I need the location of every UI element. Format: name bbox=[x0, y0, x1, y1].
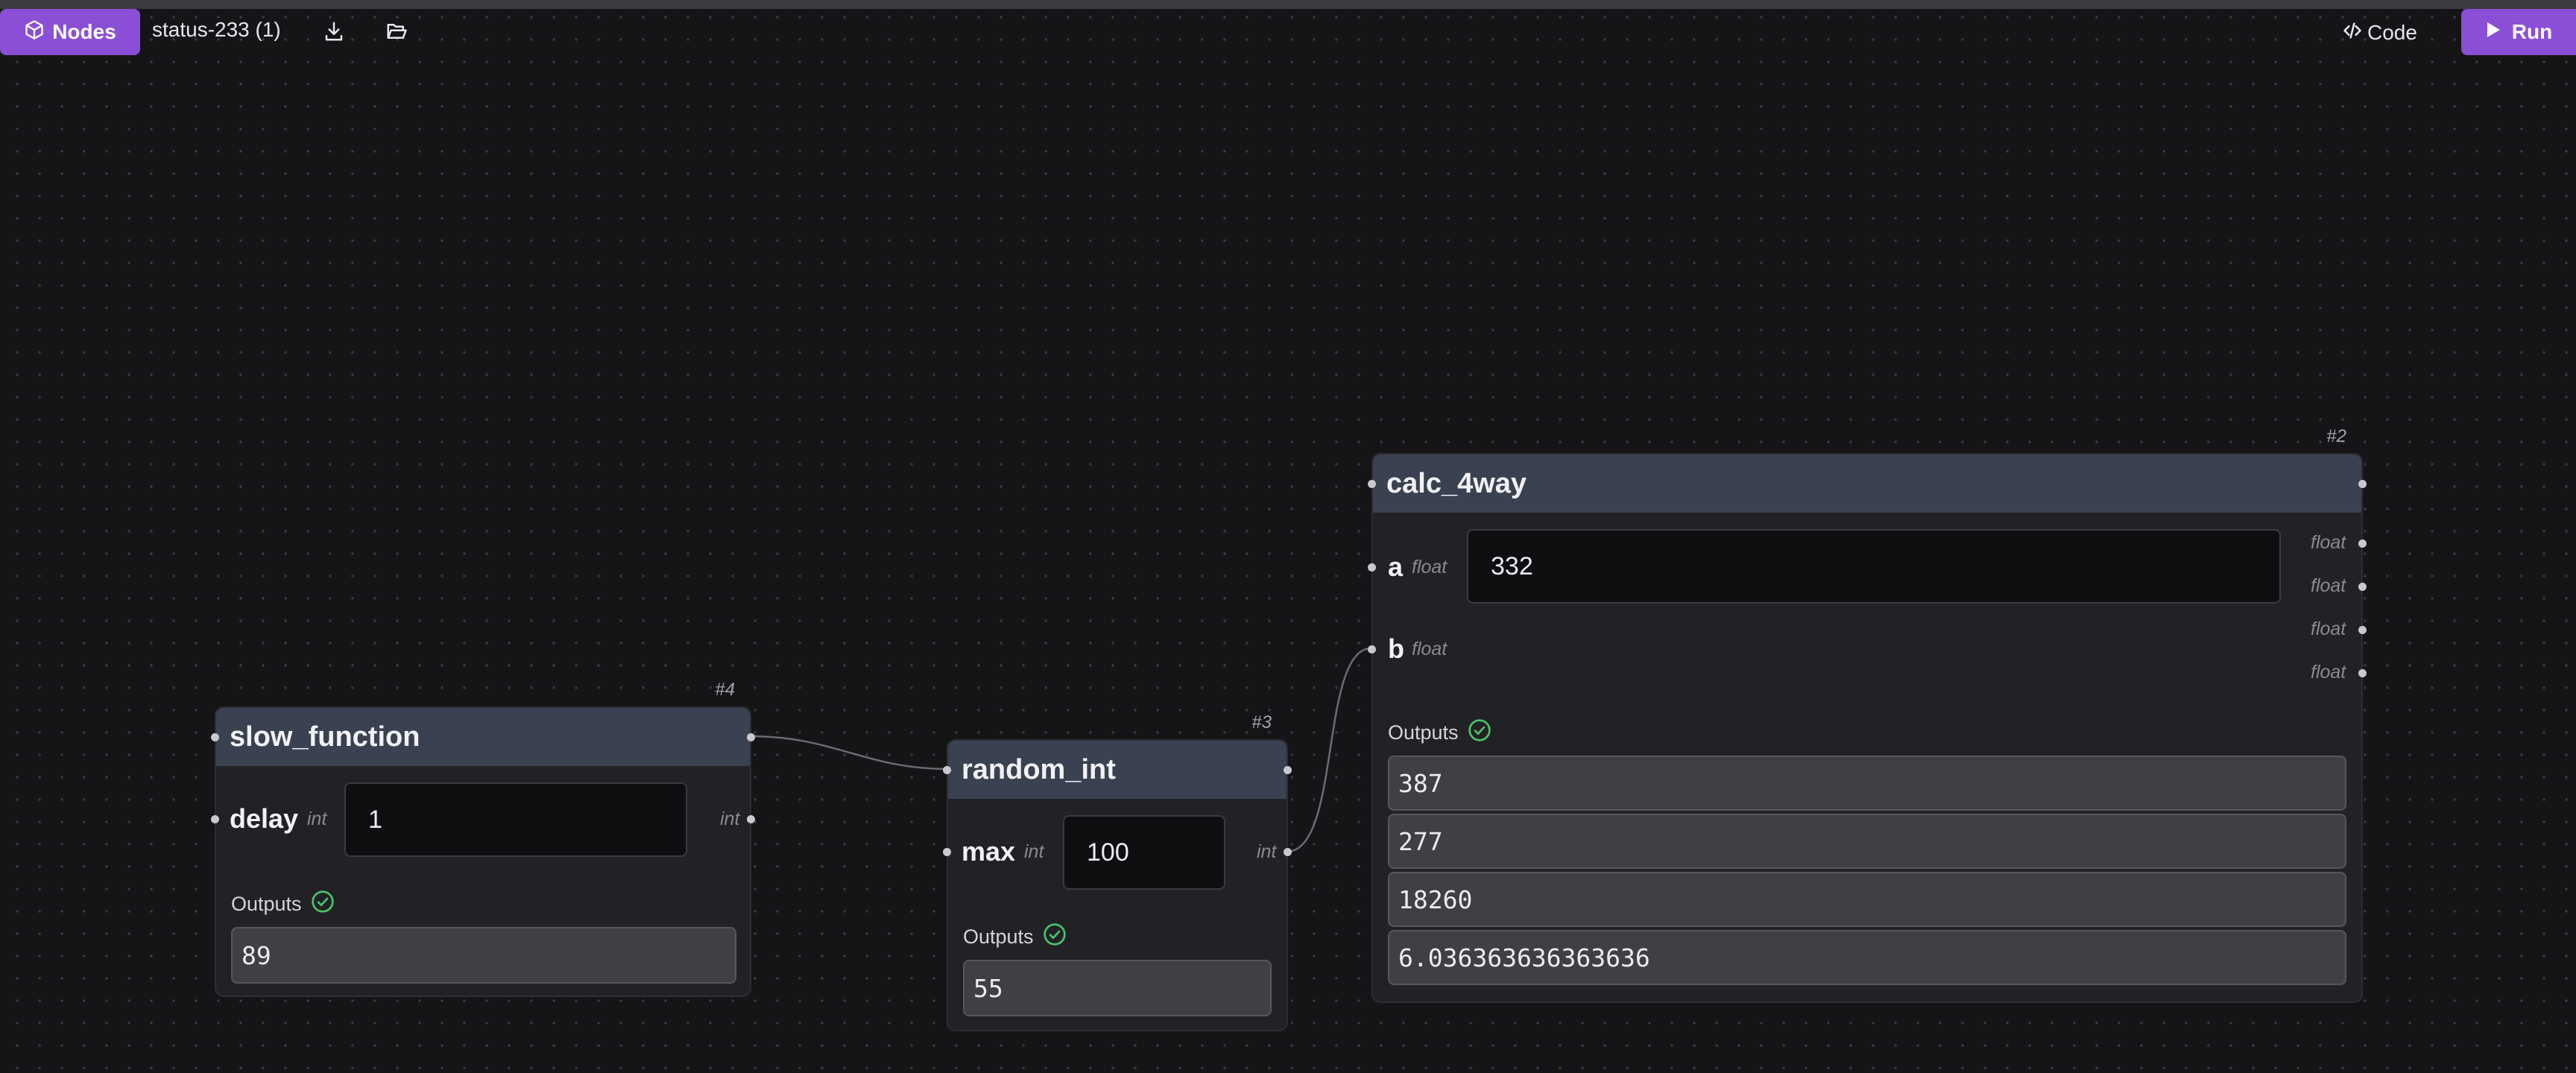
param-type: float bbox=[1412, 639, 1448, 659]
param-handle-b[interactable] bbox=[1368, 645, 1376, 653]
cube-icon bbox=[24, 19, 45, 45]
nodes-button-label: Nodes bbox=[52, 20, 116, 43]
param-label-delay: delay bbox=[230, 803, 299, 834]
max-input[interactable]: 100 bbox=[1063, 815, 1225, 890]
output-value: 89 bbox=[231, 927, 736, 984]
node-id: #3 bbox=[1251, 712, 1272, 732]
output-handle-3[interactable] bbox=[2358, 669, 2367, 677]
output-handle-1[interactable] bbox=[2358, 583, 2367, 591]
edge-slow-function-to-random-int bbox=[749, 735, 949, 770]
node-random-int[interactable]: #3 random_int max int 100 int Outputs 55 bbox=[943, 712, 1292, 1031]
window-top-strip bbox=[0, 0, 2576, 9]
check-circle-icon bbox=[311, 890, 335, 919]
output-type: float bbox=[2311, 618, 2346, 639]
output-type: float bbox=[2311, 662, 2346, 683]
output-handle-int[interactable] bbox=[747, 815, 755, 823]
output-type: float bbox=[2311, 532, 2346, 553]
delay-input[interactable]: 1 bbox=[344, 782, 687, 857]
file-name: status-233 (1) bbox=[152, 18, 281, 41]
node-title[interactable]: calc_4way bbox=[1373, 455, 2361, 513]
output-handle-2[interactable] bbox=[2358, 626, 2367, 634]
outputs-label-text: Outputs bbox=[231, 893, 302, 915]
folder-open-icon[interactable] bbox=[383, 18, 410, 45]
output-handle[interactable] bbox=[2358, 480, 2367, 488]
param-type: int bbox=[1024, 841, 1044, 862]
input-handle[interactable] bbox=[943, 766, 951, 774]
code-button-label: Code bbox=[2367, 21, 2417, 44]
a-input[interactable]: 332 bbox=[1467, 529, 2281, 604]
output-handle[interactable] bbox=[1284, 766, 1292, 774]
code-icon bbox=[2342, 20, 2363, 46]
input-handle[interactable] bbox=[211, 733, 219, 741]
edge-random-int-to-calc-4way-b bbox=[1286, 647, 1372, 853]
check-circle-icon bbox=[1468, 718, 1491, 747]
param-handle-a[interactable] bbox=[1368, 563, 1376, 572]
param-type: int bbox=[307, 808, 327, 829]
input-handle[interactable] bbox=[1368, 480, 1376, 488]
outputs-label-text: Outputs bbox=[963, 925, 1034, 948]
output-value: 277 bbox=[1388, 814, 2346, 869]
output-handle-int[interactable] bbox=[1284, 848, 1292, 856]
node-calc-4way[interactable]: #2 calc_4way a float 332 b float float f… bbox=[1368, 426, 2367, 1003]
param-label-max: max bbox=[962, 836, 1016, 867]
node-id: #2 bbox=[2326, 426, 2346, 446]
code-button[interactable]: Code bbox=[2342, 18, 2417, 48]
outputs-label: Outputs bbox=[231, 890, 335, 919]
outputs-label: Outputs bbox=[1388, 718, 1491, 747]
output-type: int bbox=[1257, 841, 1277, 862]
outputs-label: Outputs bbox=[963, 922, 1067, 952]
param-type: float bbox=[1412, 557, 1448, 577]
output-value: 55 bbox=[963, 960, 1272, 1016]
run-button-label: Run bbox=[2511, 20, 2553, 43]
run-button[interactable]: Run bbox=[2461, 9, 2576, 55]
param-handle-max[interactable] bbox=[943, 848, 951, 856]
output-handle-0[interactable] bbox=[2358, 539, 2367, 548]
output-handle[interactable] bbox=[747, 733, 755, 741]
download-icon[interactable] bbox=[321, 18, 347, 45]
check-circle-icon bbox=[1043, 922, 1067, 952]
output-value: 387 bbox=[1388, 756, 2346, 811]
output-type: int bbox=[720, 808, 740, 829]
output-type: float bbox=[2311, 575, 2346, 596]
node-slow-function[interactable]: #4 slow_function delay int 1 int Outputs… bbox=[211, 680, 755, 997]
node-title[interactable]: slow_function bbox=[216, 708, 750, 766]
node-id: #4 bbox=[715, 680, 735, 700]
output-value: 6.036363636363636 bbox=[1388, 930, 2346, 985]
outputs-label-text: Outputs bbox=[1388, 721, 1459, 744]
nodes-button[interactable]: Nodes bbox=[0, 9, 140, 55]
node-title[interactable]: random_int bbox=[948, 741, 1287, 799]
play-icon bbox=[2485, 20, 2501, 44]
param-label-b: b bbox=[1388, 633, 1404, 664]
param-handle-delay[interactable] bbox=[211, 815, 219, 823]
output-value: 18260 bbox=[1388, 872, 2346, 927]
param-label-a: a bbox=[1388, 551, 1404, 582]
